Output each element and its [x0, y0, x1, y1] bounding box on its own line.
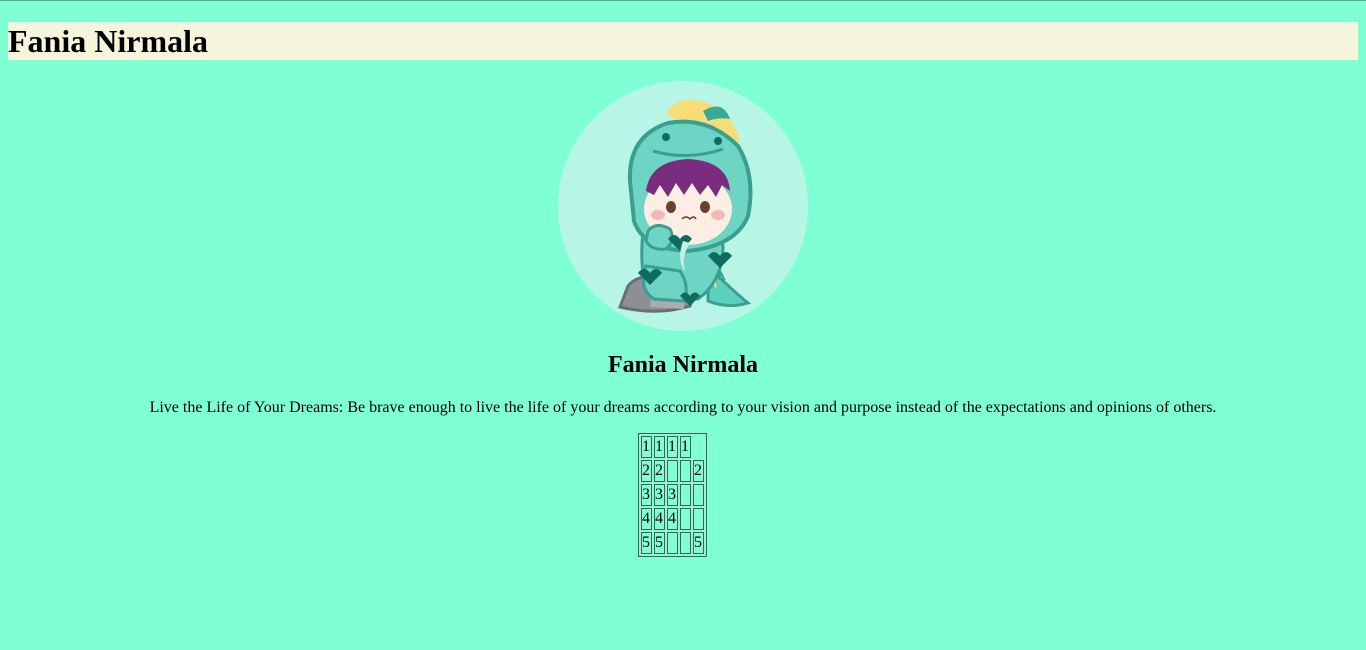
page: Fania Nirmala Fania Nirmala Live the Lif… — [0, 0, 1366, 650]
profile-quote: Live the Life of Your Dreams: Be brave e… — [149, 399, 1217, 416]
header-bar: Fania Nirmala — [8, 22, 1358, 60]
page-title: Fania Nirmala — [8, 23, 208, 59]
table-cell — [693, 508, 704, 530]
table-cell — [680, 508, 691, 530]
table-cell: 1 — [654, 436, 665, 458]
table-cell: 5 — [693, 532, 704, 554]
table-cell: 1 — [667, 436, 678, 458]
table-cell — [680, 532, 691, 554]
table-cell: 4 — [667, 508, 678, 530]
table-cell: 1 — [641, 436, 652, 458]
table-cell: 5 — [654, 532, 665, 554]
table-cell: 1 — [680, 436, 691, 458]
table-row: 333 — [641, 484, 704, 506]
table-cell: 5 — [641, 532, 652, 554]
table-cell — [667, 532, 678, 554]
table-row: 444 — [641, 508, 704, 530]
table-cell: 3 — [654, 484, 665, 506]
table-cell — [680, 484, 691, 506]
avatar — [558, 81, 808, 331]
table-cell — [680, 460, 691, 482]
number-table: 1111222333444555 — [638, 433, 707, 557]
table-cell — [667, 460, 678, 482]
table-cell: 3 — [667, 484, 678, 506]
table-cell: 4 — [654, 508, 665, 530]
table-cell — [693, 484, 704, 506]
table-cell: 2 — [641, 460, 652, 482]
table-cell: 4 — [641, 508, 652, 530]
chibi-dinosaur-costume-avatar-icon — [617, 99, 753, 313]
table-row: 1111 — [641, 436, 704, 458]
table-cell: 3 — [641, 484, 652, 506]
table-row: 222 — [641, 460, 704, 482]
profile-name: Fania Nirmala — [608, 352, 758, 378]
table-row: 555 — [641, 532, 704, 554]
table-cell: 2 — [693, 460, 704, 482]
table-cell — [693, 436, 704, 458]
table-cell: 2 — [654, 460, 665, 482]
